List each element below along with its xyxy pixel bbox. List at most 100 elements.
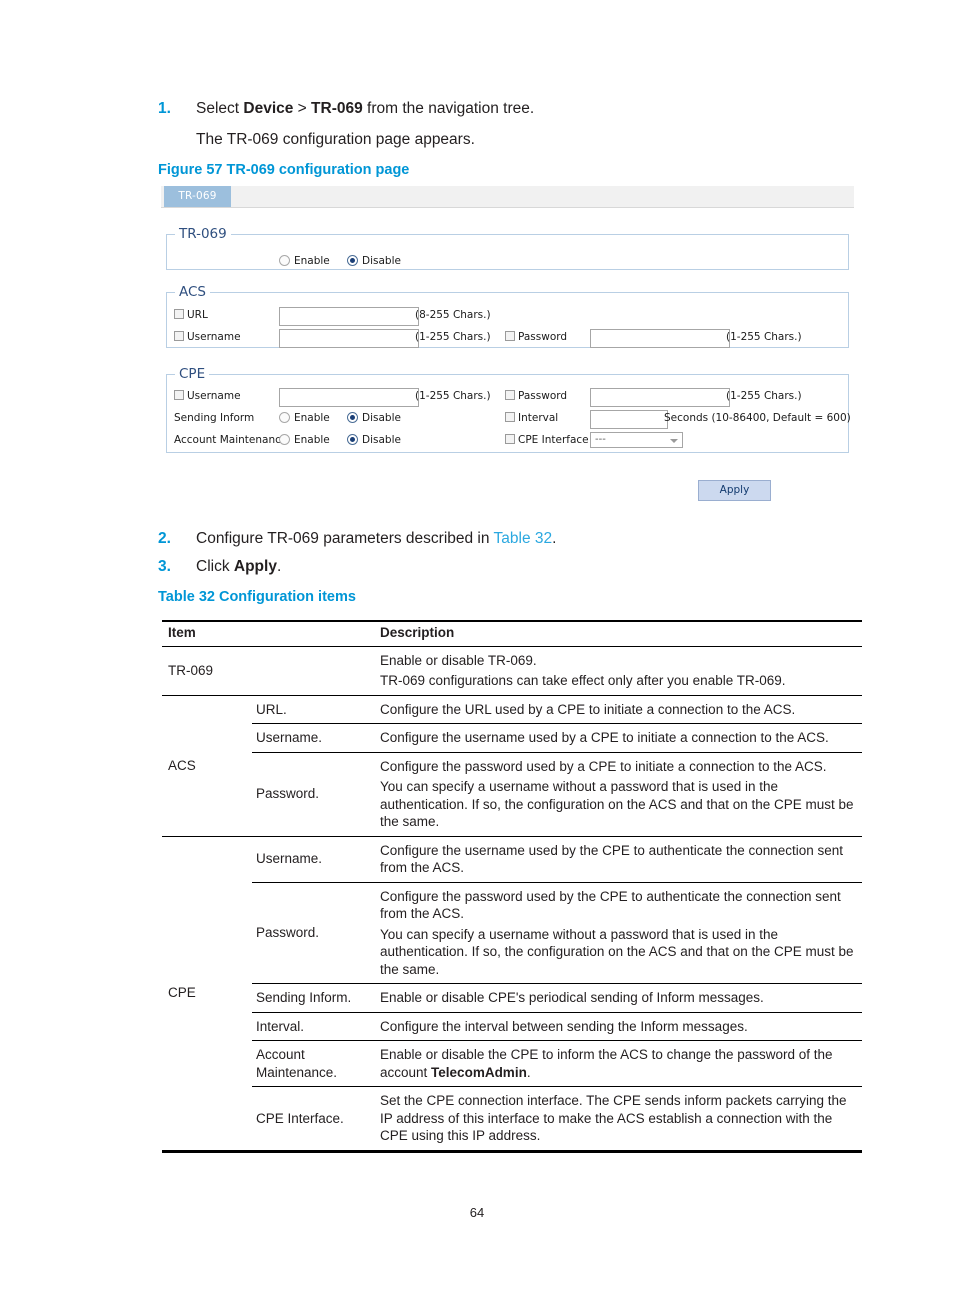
step-1-bold-tr069: TR-069 <box>311 100 363 117</box>
label-account-maintenance: Account Maintenance <box>174 434 288 446</box>
group-acs: ACS URL (8-255 Chars.) Username (1-255 C… <box>166 284 849 348</box>
radio-account-maintenance-enable-label: Enable <box>294 434 330 446</box>
checkbox-icon <box>174 390 184 400</box>
figure-caption: Figure 57 TR-069 configuration page <box>158 162 410 178</box>
row-subitem-label: Password. <box>252 881 376 984</box>
apply-button[interactable]: Apply <box>698 480 771 501</box>
group-acs-legend: ACS <box>179 284 206 300</box>
step-1-separator: > <box>293 100 312 117</box>
row-subitem-label: Username. <box>252 723 376 752</box>
radio-sending-inform-enable[interactable]: Enable <box>279 412 330 425</box>
table-row: Sending Inform. Enable or disable CPE's … <box>162 983 862 1012</box>
checkbox-acs-password-label: Password <box>518 331 568 343</box>
checkbox-cpe-interval[interactable]: Interval <box>505 412 558 425</box>
radio-icon-selected <box>347 255 358 266</box>
radio-tr069-disable-label: Disable <box>362 255 401 267</box>
cpe-interval-input[interactable] <box>590 410 668 429</box>
cpe-interval-hint: Seconds (10-86400, Default = 600) <box>664 412 851 424</box>
description-paragraph: Set the CPE connection interface. The CP… <box>380 1093 847 1143</box>
step-3-text-after: . <box>276 558 282 575</box>
description-paragraph: Configure the password used by a CPE to … <box>380 758 827 774</box>
acs-password-input[interactable] <box>590 329 730 348</box>
step-2-text-before: Configure TR-069 parameters described in <box>196 530 494 547</box>
step-1-bold-device: Device <box>243 100 294 117</box>
cpe-password-hint: (1-255 Chars.) <box>726 390 802 402</box>
checkbox-acs-username[interactable]: Username <box>174 331 241 344</box>
radio-sending-inform-disable-label: Disable <box>362 412 401 424</box>
acs-url-input[interactable] <box>279 307 419 326</box>
radio-tr069-enable[interactable]: Enable <box>279 255 330 268</box>
description-paragraph: Configure the username used by the CPE t… <box>380 842 844 876</box>
radio-account-maintenance-disable[interactable]: Disable <box>347 434 401 447</box>
checkbox-cpe-interface[interactable]: CPE Interface <box>505 434 589 447</box>
row-subitem-label: URL. <box>252 694 376 724</box>
step-2-text-after: . <box>552 530 557 547</box>
row-subitem-label: Sending Inform. <box>252 983 376 1012</box>
step-1-number: 1. <box>158 100 171 117</box>
description-paragraph: You can specify a username without a pas… <box>380 779 854 829</box>
radio-account-maintenance-disable-label: Disable <box>362 434 401 446</box>
step-1-subtext: The TR-069 configuration page appears. <box>196 131 475 148</box>
row-subitem-label: Interval. <box>252 1011 376 1041</box>
description-paragraph: Configure the URL used by a CPE to initi… <box>380 701 796 717</box>
step-3-number: 3. <box>158 558 171 575</box>
tab-tr069[interactable]: TR-069 <box>164 186 231 207</box>
checkbox-icon <box>505 390 515 400</box>
group-tr069-legend: TR-069 <box>179 226 227 242</box>
table-row: CPE Username. Configure the username use… <box>162 835 862 1151</box>
row-item-label: TR-069 <box>168 662 214 678</box>
checkbox-cpe-username[interactable]: Username <box>174 390 241 403</box>
row-subitem-label: Account Maintenance. <box>252 1040 376 1087</box>
checkbox-cpe-password[interactable]: Password <box>505 390 567 403</box>
page-number: 64 <box>469 1205 485 1220</box>
description-paragraph: TR-069 configurations can take effect on… <box>380 673 786 688</box>
row-group-label-acs: ACS <box>162 694 252 836</box>
step-2-text: Configure TR-069 parameters described in… <box>196 530 556 548</box>
row-subitem-label: Username. <box>252 835 376 882</box>
step-1-text: Select Device > TR-069 from the navigati… <box>196 100 534 118</box>
checkbox-icon <box>505 331 515 341</box>
radio-tr069-enable-label: Enable <box>294 255 330 267</box>
cpe-password-input[interactable] <box>590 388 730 407</box>
acs-username-hint: (1-255 Chars.) <box>415 331 491 343</box>
description-paragraph: Enable or disable CPE's periodical sendi… <box>380 990 764 1005</box>
tab-strip: TR-069 <box>161 186 854 208</box>
tr069-configuration-screenshot: TR-069 TR-069 Enable Disable ACS URL (8-… <box>161 186 854 511</box>
row-subitem-label: CPE Interface. <box>252 1086 376 1151</box>
checkbox-acs-password[interactable]: Password <box>505 331 567 344</box>
row-description: Configure the password used by the CPE t… <box>376 881 862 984</box>
cpe-interface-dropdown[interactable]: --- <box>590 432 683 448</box>
row-description: Enable or disable TR-069. TR-069 configu… <box>376 646 862 695</box>
checkbox-icon <box>505 412 515 422</box>
column-header-description: Description <box>376 620 862 646</box>
checkbox-icon <box>174 331 184 341</box>
radio-icon-selected <box>347 434 358 445</box>
table-row: Account Maintenance. Enable or disable t… <box>162 1040 862 1087</box>
step-1-text-before: Select <box>196 100 244 117</box>
step-3-text-before: Click <box>196 558 234 575</box>
radio-tr069-disable[interactable]: Disable <box>347 255 401 268</box>
radio-icon-selected <box>347 412 358 423</box>
row-description: Configure the password used by a CPE to … <box>376 751 862 836</box>
group-tr069: TR-069 Enable Disable <box>166 226 849 270</box>
row-description: Set the CPE connection interface. The CP… <box>376 1086 862 1151</box>
label-sending-inform: Sending Inform <box>174 412 255 424</box>
description-bold-telecomadmin: TelecomAdmin <box>431 1064 527 1080</box>
radio-account-maintenance-enable[interactable]: Enable <box>279 434 330 447</box>
checkbox-cpe-interval-label: Interval <box>518 412 559 424</box>
checkbox-acs-url-label: URL <box>187 309 208 321</box>
checkbox-acs-url[interactable]: URL <box>174 309 208 322</box>
table-row: Password. Configure the password used by… <box>162 881 862 984</box>
cpe-username-input[interactable] <box>279 388 419 407</box>
step-1-text-after: from the navigation tree. <box>362 100 535 117</box>
acs-password-hint: (1-255 Chars.) <box>726 331 802 343</box>
table-row: CPE Interface. Set the CPE connection in… <box>162 1086 862 1151</box>
cross-reference-table-32[interactable]: Table 32 <box>494 530 553 547</box>
radio-sending-inform-disable[interactable]: Disable <box>347 412 401 425</box>
checkbox-cpe-username-label: Username <box>187 390 241 402</box>
checkbox-acs-username-label: Username <box>187 331 241 343</box>
checkbox-cpe-interface-label: CPE Interface <box>518 434 589 446</box>
acs-username-input[interactable] <box>279 329 419 348</box>
row-group-label-cpe: CPE <box>162 835 252 1151</box>
document-page: 1. Select Device > TR-069 from the navig… <box>0 0 954 1296</box>
